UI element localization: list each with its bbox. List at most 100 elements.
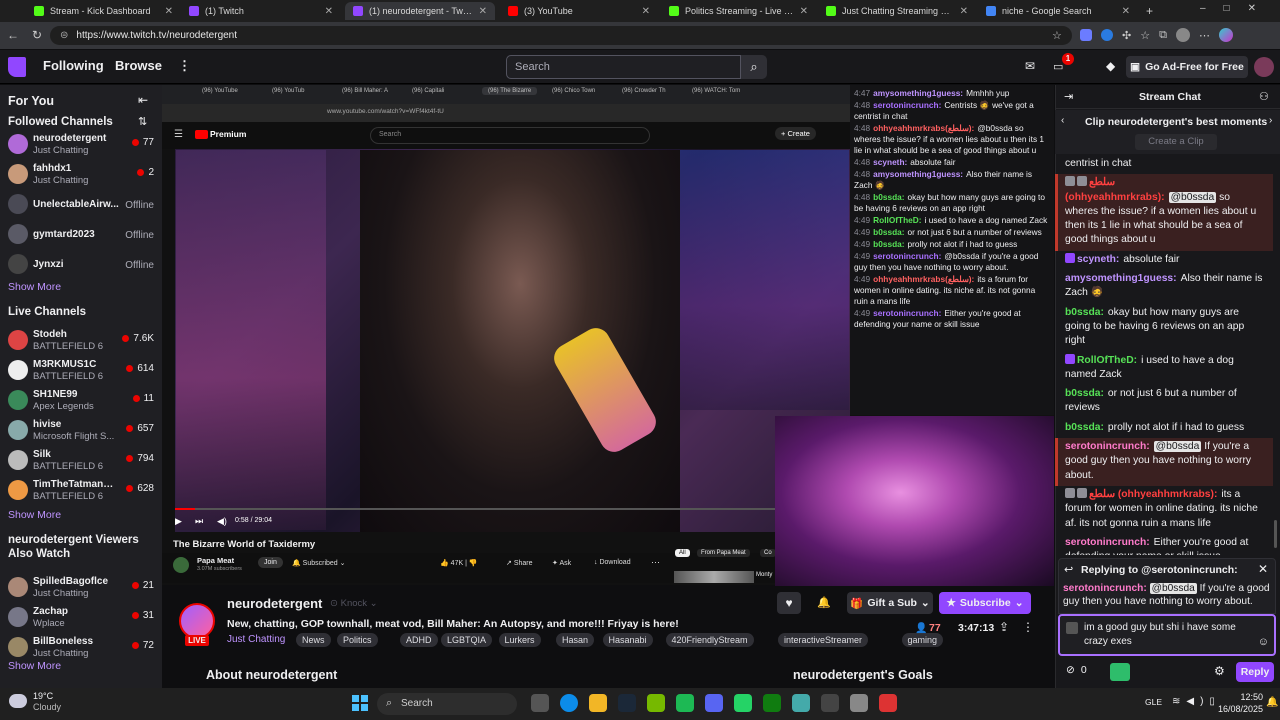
chat-mention[interactable]: @b0ssda (1168, 191, 1217, 203)
browser-tab[interactable]: Politics Streaming - Live Streams ✕ (661, 2, 816, 20)
spotify-icon[interactable] (676, 694, 694, 712)
taskbar-clock[interactable]: 12:50 16/08/2025 (1218, 691, 1263, 715)
obs-icon[interactable] (821, 694, 839, 712)
close-tab-icon[interactable]: ✕ (960, 6, 968, 17)
discord-icon[interactable] (705, 694, 723, 712)
search-input[interactable]: Search (506, 55, 741, 79)
chat-message[interactable]: b0ssda: prolly not alot if i had to guess (1055, 419, 1273, 438)
back-icon[interactable]: ← (5, 27, 21, 43)
chat-username[interactable]: amysomething1guess: (1065, 273, 1177, 284)
chat-username[interactable]: سلطع (ohhyeahhmrkrabs): (1089, 489, 1217, 500)
community-icon[interactable]: ⚇ (1259, 90, 1269, 103)
browser-tab[interactable]: (1) neurodetergent - Twitch ✕ (345, 2, 495, 20)
close-tab-icon[interactable]: ✕ (1122, 6, 1130, 17)
puzzle-icon[interactable]: ✣ (1122, 29, 1131, 42)
app-icon[interactable] (792, 694, 810, 712)
profile-avatar[interactable] (1175, 28, 1190, 42)
collapse-chat-icon[interactable]: ⇥ (1064, 90, 1073, 103)
stream-tag[interactable]: gaming (901, 633, 944, 647)
copilot-icon[interactable] (1218, 28, 1233, 42)
notification-bell-icon[interactable]: 🔔 (812, 592, 836, 614)
system-tray-icons[interactable]: ≋◀)▯ (1172, 696, 1221, 707)
nvidia-icon[interactable] (647, 694, 665, 712)
chat-mention[interactable]: @b0ssda (1153, 441, 1202, 453)
create-clip-button[interactable]: Create a Clip (1135, 134, 1217, 150)
chat-message[interactable]: centrist in chat (1055, 155, 1273, 174)
stream-tag[interactable]: Hasanabi (602, 633, 653, 647)
close-tab-icon[interactable]: ✕ (800, 6, 808, 17)
browse-link[interactable]: Browse (115, 58, 162, 73)
browser-tab[interactable]: Just Chatting Streaming - Live St ✕ (818, 2, 976, 20)
channel-avatar[interactable] (179, 603, 215, 639)
chat-username[interactable]: scyneth: (1077, 254, 1119, 265)
inbox-icon[interactable]: ✉ (1025, 59, 1035, 73)
chat-message[interactable]: scyneth: absolute fair (1055, 251, 1273, 270)
stream-tag[interactable]: Politics (337, 633, 378, 647)
close-tab-icon[interactable]: ✕ (479, 6, 487, 17)
channel-points[interactable]: ⊘ 0 (1066, 664, 1087, 676)
close-icon[interactable]: ✕ (1258, 562, 1268, 576)
gift-sub-button[interactable]: 🎁 Gift a Sub ⌄ (847, 592, 933, 614)
close-tab-icon[interactable]: ✕ (165, 6, 173, 17)
xbox-icon[interactable] (763, 694, 781, 712)
chat-username[interactable]: serotonincrunch: (1065, 441, 1150, 452)
sidebar-channel[interactable]: Jynxzi Offline (0, 251, 162, 281)
chat-settings-icon[interactable]: ⚙ (1214, 664, 1225, 678)
chat-badge-icon[interactable] (1066, 622, 1078, 634)
weather-widget[interactable]: 19°C Cloudy (7, 691, 61, 713)
chat-scrollbar[interactable] (1274, 520, 1277, 548)
language-indicator[interactable]: GLE (1145, 697, 1162, 707)
browser-tab[interactable]: niche - Google Search ✕ (978, 2, 1138, 20)
notification-center-icon[interactable]: 🔔 (1266, 697, 1278, 708)
chat-username[interactable]: serotonincrunch: (1065, 537, 1150, 548)
show-more-live[interactable]: Show More (8, 509, 61, 521)
sidebar-channel[interactable]: Zachap Wplace 31 (0, 604, 162, 634)
collections-icon[interactable]: ⧉ (1159, 29, 1167, 42)
following-link[interactable]: Following (43, 58, 104, 73)
site-info-icon[interactable]: ⊜ (60, 30, 68, 41)
chat-username[interactable]: b0ssda: (1065, 422, 1104, 433)
user-avatar[interactable] (1254, 57, 1274, 77)
url-field[interactable]: ⊜ https://www.twitch.tv/neurodetergent (50, 26, 1072, 45)
stream-tag[interactable]: ADHD (400, 633, 438, 647)
subscribe-button[interactable]: ★ Subscribe ⌄ (939, 592, 1031, 614)
steam-icon[interactable] (618, 694, 636, 712)
follow-heart-icon[interactable]: ♥ (777, 592, 801, 614)
sidebar-channel[interactable]: fahhdx1 Just Chatting 2 (0, 161, 162, 191)
taskbar-search[interactable]: ⌕ Search (377, 693, 517, 715)
sidebar-channel[interactable]: SH1NE99 Apex Legends 11 (0, 387, 162, 417)
browser-tab[interactable]: (1) Twitch ✕ (181, 2, 341, 20)
chat-username[interactable]: b0ssda: (1065, 388, 1104, 399)
sidebar-channel[interactable]: TimTheTatmanVO... BATTLEFIELD 6 628 (0, 477, 162, 507)
sidebar-channel[interactable]: SpilledBagoflce Just Chatting 21 (0, 574, 162, 604)
reply-button[interactable]: Reply (1236, 662, 1274, 682)
app-icon[interactable] (879, 694, 897, 712)
reload-icon[interactable]: ↻ (29, 27, 45, 43)
bookmark-star-icon[interactable]: ☆ (1052, 29, 1062, 42)
favorites-icon[interactable]: ☆ (1140, 29, 1150, 42)
new-tab-button[interactable]: + (1146, 4, 1153, 18)
share-icon[interactable]: ⇪ (999, 620, 1009, 634)
chat-message[interactable]: RollOfTheD: i used to have a dog named Za… (1055, 352, 1273, 386)
windows-start-icon[interactable] (352, 695, 368, 711)
close-tab-icon[interactable]: ✕ (642, 6, 650, 17)
show-more-also-watch[interactable]: Show More (8, 660, 61, 672)
sidebar-channel[interactable]: neurodetergent Just Chatting 77 (0, 131, 162, 161)
chat-message[interactable]: سلطع (ohhyeahhmrkrabs): its a forum for w… (1055, 486, 1273, 534)
stream-tag[interactable]: 420FriendlyStream (665, 633, 754, 647)
stream-tag[interactable]: LGBTQIA (441, 633, 493, 647)
sort-icon[interactable]: ⇅ (138, 115, 147, 128)
chat-input[interactable]: im a good guy but shi i have some crazy … (1058, 614, 1276, 656)
chat-message[interactable]: b0ssda: okay but how many guys are going … (1055, 304, 1273, 352)
bonus-chest-icon[interactable] (1110, 663, 1130, 681)
sidebar-channel[interactable]: M3RKMUS1C BATTLEFIELD 6 614 (0, 357, 162, 387)
more-options-icon[interactable]: ⋮ (1022, 620, 1034, 634)
chat-message[interactable]: b0ssda: or not just 6 but a number of rev… (1055, 385, 1273, 419)
stream-tag[interactable]: interactiveStreamer (778, 633, 869, 647)
more-dots-icon[interactable]: ⋮ (178, 58, 191, 74)
sidebar-channel[interactable]: Silk BATTLEFIELD 6 794 (0, 447, 162, 477)
close-tab-icon[interactable]: ✕ (325, 6, 333, 17)
file-explorer-icon[interactable] (589, 694, 607, 712)
extension-icon[interactable] (1101, 29, 1113, 41)
sidebar-channel[interactable]: UnelectableAirw... Offline (0, 191, 162, 221)
